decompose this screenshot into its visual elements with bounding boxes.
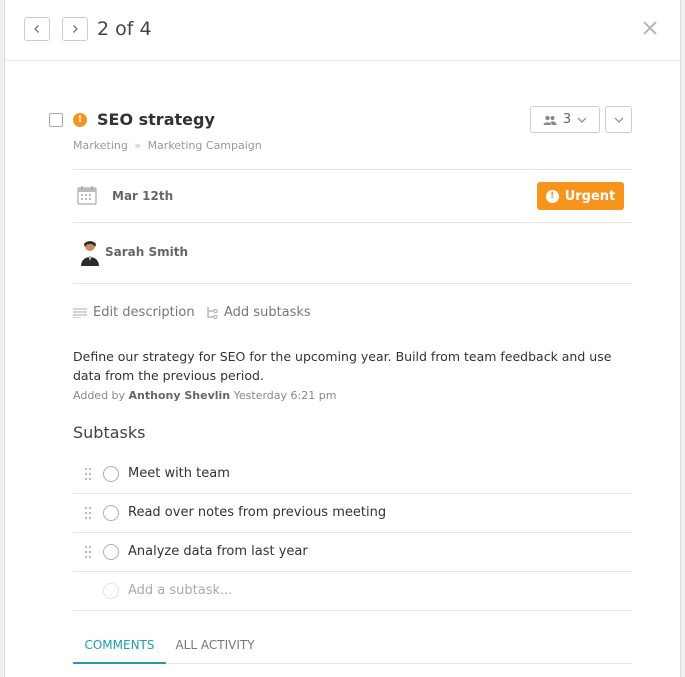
exclamation-icon: ! [545,189,559,203]
members-dropdown[interactable]: 3 [530,106,600,133]
due-date[interactable]: Mar 12th [112,188,173,204]
subtask-label[interactable]: Analyze data from last year [128,544,308,560]
task-detail-panel: 2 of 4 ! SEO strategy 3 Marketing » Mark… [4,0,681,677]
subtask-label[interactable]: Meet with team [128,466,230,482]
members-count: 3 [562,112,572,127]
task-title[interactable]: SEO strategy [97,108,215,132]
prev-task-button[interactable] [24,17,50,41]
breadcrumb-list[interactable]: Marketing Campaign [148,139,262,152]
subtask-label[interactable]: Read over notes from previous meeting [128,505,386,521]
added-by-prefix: Added by [73,389,126,402]
breadcrumb: Marketing » Marketing Campaign [73,139,262,153]
avatar[interactable] [79,239,101,266]
breadcrumb-separator: » [134,139,142,152]
assignee-name[interactable]: Sarah Smith [105,244,188,260]
activity-tabs: COMMENTS ALL ACTIVITY [73,630,632,664]
add-subtask-row[interactable]: Add a subtask... [73,572,632,611]
priority-badge[interactable]: ! Urgent [537,182,624,210]
text-lines-icon [73,308,87,318]
drag-handle-icon[interactable] [85,546,93,558]
people-icon [543,115,557,125]
subtask-complete-toggle[interactable] [103,544,119,560]
list-item[interactable]: Read over notes from previous meeting [73,494,632,533]
divider [73,283,632,284]
tab-comments[interactable]: COMMENTS [73,630,166,664]
list-item[interactable]: Analyze data from last year [73,533,632,572]
chevron-left-icon [34,25,39,33]
task-complete-checkbox[interactable] [49,113,63,127]
divider [73,169,632,170]
drag-handle-icon[interactable] [85,507,93,519]
edit-description-label: Edit description [93,305,195,320]
description-meta: Added by Anthony Shevlin Yesterday 6:21 … [73,389,336,403]
description-timestamp: Yesterday 6:21 pm [233,389,337,402]
subtasks-heading: Subtasks [73,423,146,442]
chevron-down-icon [614,117,623,123]
task-counter: 2 of 4 [97,18,152,40]
divider [73,222,632,223]
priority-label: Urgent [564,188,616,204]
list-item[interactable]: Meet with team [73,455,632,494]
subtask-icon [207,307,218,320]
more-options-button[interactable] [605,106,632,133]
priority-indicator-icon: ! [73,113,87,127]
tab-all-activity[interactable]: ALL ACTIVITY [172,630,258,662]
next-task-button[interactable] [62,17,88,41]
drag-handle-icon[interactable] [85,468,93,480]
subtask-complete-toggle[interactable] [103,505,119,521]
close-icon[interactable] [640,18,660,38]
description-author: Anthony Shevlin [128,389,231,402]
add-subtasks-button[interactable]: Add subtasks [206,305,311,321]
breadcrumb-project[interactable]: Marketing [73,139,128,152]
add-subtask-input[interactable]: Add a subtask... [128,583,232,599]
calendar-icon[interactable] [77,185,97,205]
chevron-right-icon [73,25,78,33]
subtask-complete-toggle[interactable] [103,466,119,482]
add-subtasks-label: Add subtasks [224,305,311,320]
edit-description-button[interactable]: Edit description [73,305,195,321]
add-subtask-circle [103,583,119,599]
chevron-down-icon [577,117,587,123]
task-description[interactable]: Define our strategy for SEO for the upco… [73,347,633,385]
panel-header: 2 of 4 [5,0,680,61]
